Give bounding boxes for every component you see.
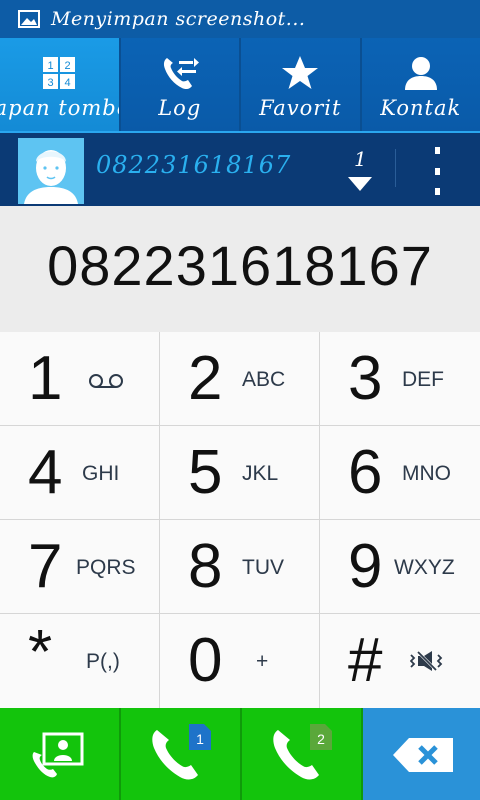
status-bar: Menyimpan screenshot... xyxy=(0,0,480,38)
key-5[interactable]: 5 JKL xyxy=(160,426,320,520)
call-log-icon xyxy=(163,58,199,90)
key-letters: GHI xyxy=(82,462,120,485)
key-3[interactable]: 3 DEF xyxy=(320,332,480,426)
call-sim1-button[interactable]: 1 xyxy=(121,708,242,800)
key-digit: 9 xyxy=(348,532,383,601)
status-text: Menyimpan screenshot... xyxy=(51,8,306,30)
tab-bar: 1 2 3 4 Papan tombol Log Favorit xyxy=(0,38,480,133)
star-icon xyxy=(282,56,319,89)
tab-label: Favorit xyxy=(259,96,342,120)
dialed-number: 082231618167 xyxy=(47,233,433,297)
dropdown-arrow-icon xyxy=(348,177,372,191)
tab-keypad[interactable]: 1 2 3 4 Papan tombol xyxy=(0,38,121,133)
key-digit: # xyxy=(348,626,383,695)
key-hash[interactable]: # xyxy=(320,614,480,708)
key-letters: TUV xyxy=(242,556,284,579)
key-star[interactable]: * P(,) xyxy=(0,614,160,708)
key-6[interactable]: 6 MNO xyxy=(320,426,480,520)
sim2-icon: 2 xyxy=(310,724,332,750)
key-digit: * xyxy=(28,618,53,687)
tab-favorites[interactable]: Favorit xyxy=(241,38,362,133)
svg-text:1: 1 xyxy=(48,60,54,72)
avatar[interactable] xyxy=(18,138,84,204)
backspace-icon xyxy=(393,738,453,772)
person-icon xyxy=(404,57,437,90)
key-digit: 3 xyxy=(348,344,383,413)
vibrate-mute-icon xyxy=(410,650,443,672)
tab-log[interactable]: Log xyxy=(120,38,241,133)
key-0[interactable]: 0 + xyxy=(160,614,320,708)
contact-number: 082231618167 xyxy=(96,151,292,179)
key-digit: 1 xyxy=(28,344,63,413)
sim1-label: 1 xyxy=(196,731,204,747)
key-letters: + xyxy=(256,650,269,673)
tab-label: Log xyxy=(158,96,202,120)
key-2[interactable]: 2 ABC xyxy=(160,332,320,426)
sim2-label: 2 xyxy=(317,731,325,747)
key-1[interactable]: 1 xyxy=(0,332,160,426)
more-options-icon[interactable] xyxy=(422,147,452,195)
tab-label: Papan tombol xyxy=(0,96,119,120)
contact-bar: 082231618167 1 xyxy=(0,133,480,206)
avatar-silhouette-icon xyxy=(18,138,84,204)
key-digit: 8 xyxy=(188,532,223,601)
key-letters: ABC xyxy=(242,368,286,391)
add-to-contacts-button[interactable] xyxy=(0,708,121,800)
key-letters: PQRS xyxy=(76,556,136,579)
svg-text:4: 4 xyxy=(65,77,71,89)
number-display[interactable]: 082231618167 xyxy=(0,206,480,332)
add-contact-icon xyxy=(32,732,84,778)
key-9[interactable]: 9 WXYZ xyxy=(320,520,480,614)
key-letters: WXYZ xyxy=(394,556,455,579)
delete-button[interactable] xyxy=(363,708,480,800)
svg-text:3: 3 xyxy=(48,77,54,89)
tab-contacts[interactable]: Kontak xyxy=(361,38,480,133)
key-digit: 7 xyxy=(28,532,63,601)
voicemail-icon xyxy=(89,374,123,388)
key-letters: JKL xyxy=(242,462,279,485)
sim-selector[interactable]: 1 xyxy=(344,147,374,197)
key-digit: 2 xyxy=(188,344,223,413)
keypad-icon: 1 2 3 4 xyxy=(43,57,76,89)
key-4[interactable]: 4 GHI xyxy=(0,426,160,520)
key-7[interactable]: 7 PQRS xyxy=(0,520,160,614)
key-letters: P(,) xyxy=(86,650,120,673)
key-digit: 6 xyxy=(348,438,383,507)
key-letters: MNO xyxy=(402,462,451,485)
divider xyxy=(395,149,396,187)
tab-label: Kontak xyxy=(380,96,462,120)
key-8[interactable]: 8 TUV xyxy=(160,520,320,614)
key-digit: 4 xyxy=(28,438,63,507)
key-digit: 0 xyxy=(188,626,223,695)
key-letters: DEF xyxy=(402,368,444,391)
key-digit: 5 xyxy=(188,438,223,507)
image-icon xyxy=(18,10,40,28)
sim-number: 1 xyxy=(354,147,367,171)
sim1-icon: 1 xyxy=(189,724,211,750)
svg-text:2: 2 xyxy=(65,60,71,72)
action-bar: 1 2 xyxy=(0,708,480,800)
call-sim2-button[interactable]: 2 xyxy=(242,708,363,800)
dial-keypad: 1 2 ABC 3 DEF 4 GHI 5 JKL 6 MNO 7 PQRS 8… xyxy=(0,332,480,708)
